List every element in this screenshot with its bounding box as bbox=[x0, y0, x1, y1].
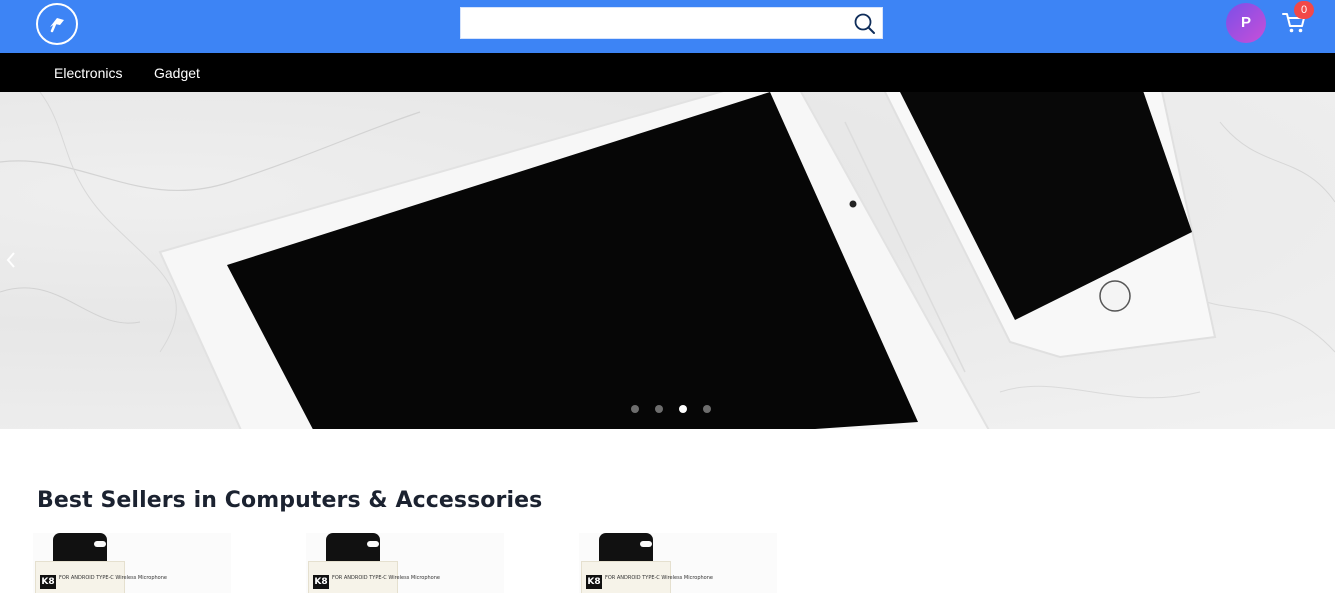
product-tag: K8 bbox=[40, 575, 56, 589]
product-card[interactable]: K8 FOR ANDROID TYPE-C Wireless Microphon… bbox=[33, 533, 231, 593]
product-card[interactable]: K8 FOR ANDROID TYPE-C Wireless Microphon… bbox=[306, 533, 504, 593]
product-card[interactable]: K8 FOR ANDROID TYPE-C Wireless Microphon… bbox=[579, 533, 777, 593]
product-caption: FOR ANDROID TYPE-C Wireless Microphone bbox=[605, 575, 713, 581]
carousel-indicators bbox=[631, 405, 721, 415]
carousel-dot-1[interactable] bbox=[631, 405, 639, 413]
cart-count-badge: 0 bbox=[1294, 1, 1314, 19]
user-avatar[interactable]: P bbox=[1226, 3, 1266, 43]
carousel-dot-4[interactable] bbox=[703, 405, 711, 413]
brand-logo-icon[interactable] bbox=[36, 3, 78, 45]
carousel-prev-icon[interactable] bbox=[6, 250, 16, 270]
nav-item-gadget[interactable]: Gadget bbox=[154, 53, 200, 92]
product-caption: FOR ANDROID TYPE-C Wireless Microphone bbox=[332, 575, 440, 581]
nav-item-electronics[interactable]: Electronics bbox=[54, 53, 122, 92]
search-input[interactable] bbox=[461, 8, 841, 38]
search-icon[interactable] bbox=[852, 11, 878, 37]
top-header: P 0 bbox=[0, 0, 1335, 53]
category-nav: Electronics Gadget bbox=[0, 53, 1335, 92]
section-title: Best Sellers in Computers & Accessories bbox=[37, 488, 543, 513]
product-tag: K8 bbox=[586, 575, 602, 589]
hero-carousel[interactable] bbox=[0, 92, 1335, 429]
product-caption: FOR ANDROID TYPE-C Wireless Microphone bbox=[59, 575, 167, 581]
product-tag: K8 bbox=[313, 575, 329, 589]
carousel-dot-2[interactable] bbox=[655, 405, 663, 413]
hero-banner-image bbox=[0, 92, 1335, 429]
search-box bbox=[460, 7, 883, 39]
carousel-dot-3[interactable] bbox=[679, 405, 687, 413]
